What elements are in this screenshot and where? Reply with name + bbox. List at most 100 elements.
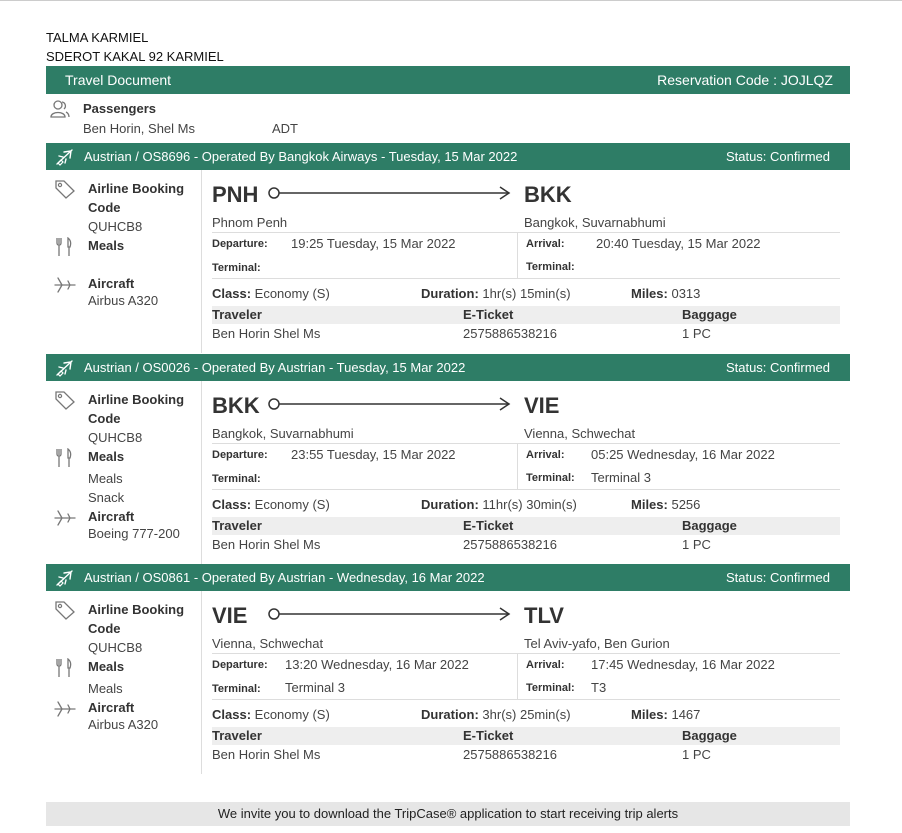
duration-field: Duration: 1hr(s) 15min(s) [421,286,571,301]
segment-sidebar: Airline Booking Code QUHCB8 Meals Aircraft A… [46,170,201,353]
terminal-label: Terminal: [526,682,575,694]
tripcase-banner: We invite you to download the TripCase® … [46,802,850,826]
tag-icon [54,600,76,620]
plane-icon [55,358,75,378]
traveler-table-header: Traveler E-Ticket Baggage [212,306,840,324]
passengers-section: Passengers Ben Horin, Shel Ms ADT [46,96,850,142]
flight-details: BKK VIE Bangkok, Suvarnabhumi Vienna, Schwe… [212,381,840,564]
segment-body: Airline Booking Code QUHCB8 Meals Meals Snac… [46,381,850,564]
origin-city: Bangkok, Suvarnabhumi [212,426,354,441]
baggage-header: Baggage [682,518,737,533]
meals-label: Meals [88,659,125,674]
duration-value: 1hr(s) 15min(s) [482,286,571,301]
terminal-label: Terminal: [526,472,575,484]
duration-field: Duration: 11hr(s) 30min(s) [421,497,577,512]
arrival-label: Arrival: [526,238,565,250]
eticket-header: E-Ticket [463,307,514,322]
departure-time: 19:25 Tuesday, 15 Mar 2022 [291,236,456,251]
destination-city: Bangkok, Suvarnabhumi [524,215,666,230]
meals-label: Meals [88,238,125,253]
terminal-label: Terminal: [212,473,261,485]
origin-code: BKK [212,393,260,418]
baggage-allowance: 1 PC [682,747,711,762]
travel-document-bar: Travel Document Reservation Code : JOJLQ… [46,66,850,94]
divider [212,653,840,654]
divider [212,232,840,233]
segment-title: Austrian / OS0861 - Operated By Austrian… [84,570,485,585]
miles-label: Miles: [631,497,668,512]
passengers-title: Passengers [83,101,156,116]
miles-field: Miles: 1467 [631,707,700,722]
eticket-number: 2575886538216 [463,326,557,341]
arrival-label: Arrival: [526,449,565,461]
segment-header: Austrian / OS0861 - Operated By Austrian… [46,564,850,591]
arrival-terminal: T3 [591,680,607,695]
plane-icon [55,147,75,167]
destination-city: Vienna, Schwechat [524,426,636,441]
duration-label: Duration: [421,707,479,722]
reservation-code: Reservation Code : JOJLQZ [657,72,833,88]
eticket-header: E-Ticket [463,728,514,743]
traveler-name: Ben Horin Shel Ms [212,537,321,552]
terminal-label: Terminal: [526,261,575,273]
baggage-header: Baggage [682,307,737,322]
document-title: Travel Document [65,72,172,88]
class-field: Class: Economy (S) [212,707,330,722]
booking-code-label: Airline Booking Code [88,181,185,215]
aircraft-label: Aircraft [88,276,135,291]
traveler-table-header: Traveler E-Ticket Baggage [212,727,840,745]
traveler-header: Traveler [212,518,262,533]
meal-item: Snack [88,490,125,505]
divider [212,278,840,279]
segment-body: Airline Booking Code QUHCB8 Meals Aircraft A… [46,170,850,353]
passenger-type: ADT [272,121,298,136]
top-divider [0,0,902,1]
aircraft-label: Aircraft [88,509,135,524]
class-field: Class: Economy (S) [212,286,330,301]
meal-icon [54,657,76,678]
departure-label: Departure: [212,449,268,461]
class-value: Economy (S) [254,707,330,722]
destination-code: TLV [524,603,564,628]
segment-sidebar: Airline Booking Code QUHCB8 Meals Meals Airc… [46,591,201,774]
segment-sidebar: Airline Booking Code QUHCB8 Meals Meals Snac… [46,381,201,564]
duration-label: Duration: [421,286,479,301]
class-label: Class: [212,497,252,512]
passenger-names: Ben Horin, Shel Ms [83,121,195,136]
arrival-time: 20:40 Tuesday, 15 Mar 2022 [596,236,761,251]
duration-value: 11hr(s) 30min(s) [482,497,577,512]
column-divider [201,591,202,774]
segment-title: Austrian / OS0026 - Operated By Austrian… [84,360,466,375]
terminal-label: Terminal: [212,683,261,695]
terminal-label: Terminal: [212,262,261,274]
traveler-name: Ben Horin Shel Ms [212,326,321,341]
class-value: Economy (S) [254,286,330,301]
baggage-header: Baggage [682,728,737,743]
route-arrow [268,185,512,201]
aircraft-value: Boeing 777-200 [88,526,180,541]
route-arrow [268,606,512,622]
origin-city: Vienna, Schwechat [212,636,324,651]
segment-status: Status: Confirmed [725,570,830,585]
origin-code: VIE [212,603,248,628]
duration-field: Duration: 3hr(s) 25min(s) [421,707,571,722]
destination-code: BKK [524,182,572,207]
eticket-number: 2575886538216 [463,537,557,552]
booking-code-value: QUHCB8 [88,430,143,445]
meal-item: Meals [88,681,123,696]
departure-time: 13:20 Wednesday, 16 Mar 2022 [285,657,469,672]
traveler-header: Traveler [212,307,262,322]
origin-city: Phnom Penh [212,215,288,230]
plane-icon [55,568,75,588]
aircraft-icon [54,275,76,295]
segment-header: Austrian / OS0026 - Operated By Austrian… [46,354,850,381]
aircraft-value: Airbus A320 [88,293,159,308]
destination-code: VIE [524,393,560,418]
aircraft-icon [54,699,76,719]
booking-code-label: Airline Booking Code [88,602,185,636]
miles-field: Miles: 0313 [631,286,700,301]
flight-details: PNH BKK Phnom Penh Bangkok, Suvarnabhumi Dep… [212,170,840,353]
address-name: TALMA KARMIEL [46,30,149,45]
eticket-header: E-Ticket [463,518,514,533]
departure-time: 23:55 Tuesday, 15 Mar 2022 [291,447,456,462]
